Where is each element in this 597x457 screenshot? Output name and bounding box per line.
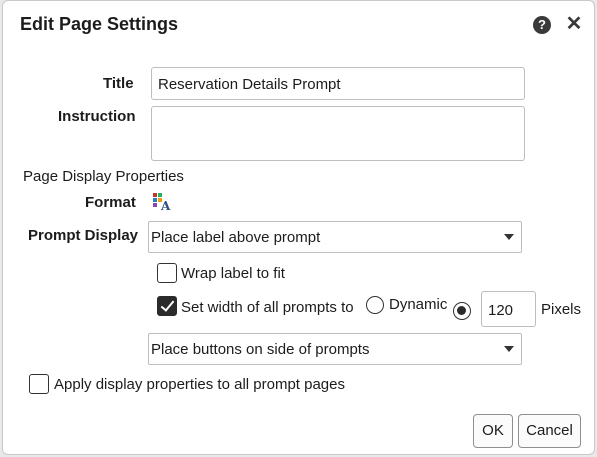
- set-width-text: Set width of all prompts to: [181, 299, 354, 316]
- apply-all-text: Apply display properties to all prompt p…: [54, 376, 345, 393]
- chevron-down-icon: [504, 346, 514, 352]
- dynamic-label: Dynamic: [389, 296, 448, 313]
- svg-text:A: A: [160, 199, 171, 211]
- prompt-display-value: Place label above prompt: [151, 229, 321, 246]
- help-icon[interactable]: ?: [533, 16, 551, 34]
- wrap-label-checkbox[interactable]: [157, 263, 177, 283]
- format-text-icon[interactable]: A: [153, 193, 171, 211]
- instruction-textarea[interactable]: [151, 106, 525, 161]
- cancel-button[interactable]: Cancel: [518, 414, 581, 448]
- apply-all-checkbox[interactable]: [29, 374, 49, 394]
- edit-page-settings-dialog: Edit Page Settings ? ✕ Title Reservation…: [2, 0, 595, 455]
- dialog-title: Edit Page Settings: [20, 14, 179, 34]
- instruction-label: Instruction: [58, 108, 136, 125]
- prompt-display-select[interactable]: Place label above prompt: [148, 221, 522, 253]
- button-placement-value: Place buttons on side of prompts: [151, 341, 370, 358]
- dynamic-radio[interactable]: [366, 296, 384, 314]
- page-display-properties-heading: Page Display Properties: [23, 168, 184, 185]
- set-width-checkbox[interactable]: [157, 296, 177, 316]
- button-placement-select[interactable]: Place buttons on side of prompts: [148, 333, 522, 365]
- ok-button[interactable]: OK: [473, 414, 513, 448]
- pixels-radio[interactable]: [453, 302, 471, 320]
- title-input[interactable]: Reservation Details Prompt: [151, 67, 525, 100]
- title-label: Title: [103, 75, 134, 92]
- wrap-label-text: Wrap label to fit: [181, 265, 285, 282]
- close-icon[interactable]: ✕: [564, 12, 584, 36]
- width-input[interactable]: 120: [481, 291, 536, 327]
- pixels-label: Pixels: [541, 301, 582, 318]
- format-label: Format: [85, 194, 136, 211]
- chevron-down-icon: [504, 234, 514, 240]
- prompt-display-label: Prompt Display: [28, 227, 139, 244]
